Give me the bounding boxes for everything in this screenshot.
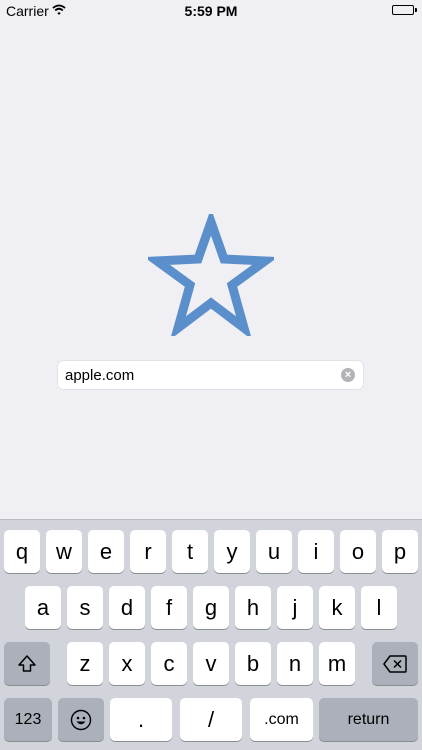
emoji-key[interactable] bbox=[58, 698, 104, 741]
key-s[interactable]: s bbox=[67, 586, 103, 629]
status-bar: Carrier 5:59 PM bbox=[0, 0, 422, 22]
url-input[interactable]: apple.com × bbox=[57, 360, 364, 390]
dot-key[interactable]: . bbox=[110, 698, 172, 741]
battery-icon bbox=[392, 5, 414, 15]
key-o[interactable]: o bbox=[340, 530, 376, 573]
key-t[interactable]: t bbox=[172, 530, 208, 573]
shift-icon bbox=[18, 654, 36, 672]
key-x[interactable]: x bbox=[109, 642, 145, 685]
key-p[interactable]: p bbox=[382, 530, 418, 573]
key-l[interactable]: l bbox=[361, 586, 397, 629]
key-u[interactable]: u bbox=[256, 530, 292, 573]
key-e[interactable]: e bbox=[88, 530, 124, 573]
clear-icon[interactable]: × bbox=[341, 368, 355, 382]
battery-tip bbox=[415, 8, 417, 12]
key-y[interactable]: y bbox=[214, 530, 250, 573]
key-c[interactable]: c bbox=[151, 642, 187, 685]
key-d[interactable]: d bbox=[109, 586, 145, 629]
slash-key[interactable]: / bbox=[180, 698, 242, 741]
key-a[interactable]: a bbox=[25, 586, 61, 629]
url-input-value[interactable]: apple.com bbox=[65, 367, 134, 384]
key-m[interactable]: m bbox=[319, 642, 355, 685]
numbers-key[interactable]: 123 bbox=[4, 698, 52, 741]
key-w[interactable]: w bbox=[46, 530, 82, 573]
keyboard: q w e r t y u i o p a s d f g h j k l z … bbox=[0, 519, 422, 750]
key-r[interactable]: r bbox=[130, 530, 166, 573]
key-b[interactable]: b bbox=[235, 642, 271, 685]
key-n[interactable]: n bbox=[277, 642, 313, 685]
key-h[interactable]: h bbox=[235, 586, 271, 629]
key-i[interactable]: i bbox=[298, 530, 334, 573]
key-k[interactable]: k bbox=[319, 586, 355, 629]
shift-key[interactable] bbox=[4, 642, 50, 685]
key-j[interactable]: j bbox=[277, 586, 313, 629]
status-time: 5:59 PM bbox=[184, 3, 238, 19]
key-v[interactable]: v bbox=[193, 642, 229, 685]
key-z[interactable]: z bbox=[67, 642, 103, 685]
key-f[interactable]: f bbox=[151, 586, 187, 629]
key-g[interactable]: g bbox=[193, 586, 229, 629]
key-q[interactable]: q bbox=[4, 530, 40, 573]
delete-key[interactable] bbox=[372, 642, 418, 685]
return-key[interactable]: return bbox=[319, 698, 418, 741]
backspace-icon bbox=[383, 654, 407, 673]
dotcom-key[interactable]: .com bbox=[250, 698, 313, 741]
star-outline-icon[interactable] bbox=[144, 208, 278, 340]
emoji-icon bbox=[70, 709, 92, 730]
